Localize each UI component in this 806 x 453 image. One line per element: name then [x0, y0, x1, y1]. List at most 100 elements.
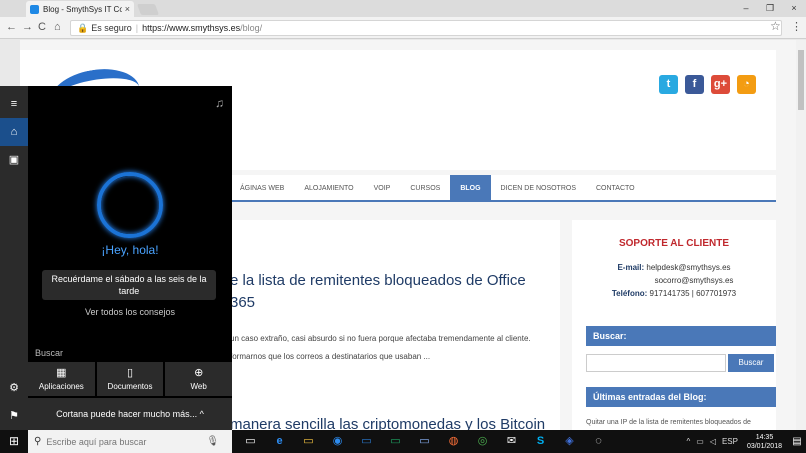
category-documents[interactable]: ▯ Documentos: [96, 362, 164, 396]
category-web-label: Web: [190, 382, 207, 391]
clock-date: 03/01/2018: [746, 442, 782, 450]
twitter-icon[interactable]: t: [659, 75, 678, 94]
show-hidden-icons[interactable]: ^: [686, 437, 690, 446]
maximize-button[interactable]: ❐: [758, 0, 782, 17]
latest-entries-heading: Últimas entradas del Blog:: [586, 387, 776, 407]
address-separator: |: [135, 23, 139, 33]
clock[interactable]: 14:35 03/01/2018: [747, 433, 782, 451]
settings-gear-icon[interactable]: ⚙: [0, 374, 28, 402]
app-icon[interactable]: ◈: [555, 430, 584, 453]
new-tab-button[interactable]: [136, 4, 160, 15]
notebook-icon[interactable]: ▣: [0, 146, 28, 174]
nav-item-alojamiento[interactable]: ALOJAMIENTO: [294, 175, 363, 200]
close-button[interactable]: ×: [782, 0, 806, 17]
post-title[interactable]: e la lista de remitentes bloqueados de O…: [230, 270, 526, 314]
volume-icon[interactable]: ◁: [710, 437, 716, 446]
cortana-tip[interactable]: Recuérdame el sábado a las seis de la ta…: [42, 270, 216, 300]
google-plus-icon[interactable]: g+: [711, 75, 730, 94]
home-icon[interactable]: ⌂: [54, 21, 61, 33]
rss-icon[interactable]: ◔: [737, 75, 756, 94]
file-explorer-icon[interactable]: ▭: [294, 430, 323, 453]
facebook-icon[interactable]: f: [685, 75, 704, 94]
search-icon: ⚲: [34, 436, 42, 447]
category-apps[interactable]: ▦ Aplicaciones: [28, 362, 95, 396]
address-bar[interactable]: 🔒 Es seguro | https://www.smythsys.es/blog/: [70, 20, 782, 36]
action-center-icon[interactable]: ▤: [788, 436, 806, 447]
window-controls: – ❐ ×: [734, 0, 806, 17]
home-icon[interactable]: ⌂: [0, 118, 28, 146]
support-email-1[interactable]: helpdesk@smythsys.es: [646, 263, 730, 272]
remote-desktop-icon[interactable]: ▭: [410, 430, 439, 453]
microphone-icon[interactable]: 🎙: [206, 436, 219, 447]
post-title-line1: e la lista de remitentes bloqueados de O…: [230, 272, 526, 289]
cortana-greeting: ¡Hey, hola!: [101, 243, 159, 257]
post-title-line2: 365: [230, 294, 256, 311]
network-icon[interactable]: ▭: [696, 437, 704, 446]
app-icon[interactable]: ◌: [584, 430, 613, 453]
taskbar: ⊞ ⚲ 🎙 ▭ e ▭ ◉ ▭ ▭ ▭ ◍ ◎ ✉ S ◈ ◌ ^ ▭ ◁ ES…: [0, 430, 806, 453]
apps-icon: ▦: [56, 367, 67, 379]
minimize-button[interactable]: –: [734, 0, 758, 17]
mail-icon[interactable]: ✉: [497, 430, 526, 453]
search-button[interactable]: Buscar: [728, 354, 774, 372]
clock-time: 14:35: [755, 433, 774, 441]
search-categories: ▦ Aplicaciones ▯ Documentos ⊕ Web: [28, 362, 233, 396]
search-heading: Buscar:: [586, 326, 776, 346]
start-button[interactable]: ⊞: [0, 430, 28, 453]
edge-icon[interactable]: e: [265, 430, 294, 453]
support-email-2[interactable]: socorro@smythsys.es: [572, 276, 776, 285]
tab-title: Blog - SmythSys IT Cons: [43, 4, 122, 14]
bookmark-star-icon[interactable]: ☆: [770, 19, 781, 33]
word-icon[interactable]: ▭: [352, 430, 381, 453]
chrome-icon[interactable]: ◎: [468, 430, 497, 453]
nav-item-voip[interactable]: VOIP: [364, 175, 401, 200]
nav-item-paginas-web[interactable]: ÁGINAS WEB: [230, 175, 294, 200]
url-host: https://www.smythsys.es: [142, 23, 241, 33]
reload-icon[interactable]: C: [38, 21, 46, 33]
address-toolbar: ← → C ⌂ 🔒 Es seguro | https://www.smythsys.…: [0, 17, 806, 39]
favicon-icon: [30, 4, 39, 14]
nav-item-blog[interactable]: BLOG: [450, 175, 491, 200]
browser-menu-icon[interactable]: ⋮: [791, 20, 802, 33]
language-indicator[interactable]: ESP: [722, 437, 738, 446]
hamburger-menu-icon[interactable]: ≡: [0, 90, 28, 118]
skype-icon[interactable]: S: [526, 430, 555, 453]
firefox-icon[interactable]: ◍: [439, 430, 468, 453]
taskbar-apps: ▭ e ▭ ◉ ▭ ▭ ▭ ◍ ◎ ✉ S ◈ ◌: [236, 430, 613, 453]
site-sidebar: SOPORTE AL CLIENTE E-mail: helpdesk@smyt…: [572, 220, 776, 430]
page-scrollbar[interactable]: [796, 40, 806, 430]
taskbar-search-input[interactable]: [46, 436, 207, 447]
cortana-rail: ≡ ⌂ ▣ ⚙ ⚑: [0, 86, 28, 430]
feedback-icon[interactable]: ⚑: [0, 402, 28, 430]
system-tray: ^ ▭ ◁ ESP 14:35 03/01/2018 ▤: [683, 430, 806, 453]
taskbar-search-box[interactable]: ⚲ 🎙: [28, 430, 232, 453]
document-icon: ▯: [126, 367, 134, 379]
tab-close-icon[interactable]: ×: [125, 4, 130, 14]
post-excerpt: un caso extraño, casi absurdo si no fuer…: [230, 330, 560, 366]
excel-icon[interactable]: ▭: [381, 430, 410, 453]
social-links: t f g+ ◔: [659, 75, 756, 94]
scrollbar-thumb[interactable]: [798, 50, 804, 110]
cortana-main: ♫ ¡Hey, hola! Recuérdame el sábado a las…: [28, 86, 233, 430]
nav-item-dicen-de-nosotros[interactable]: DICEN DE NOSOTROS: [491, 175, 586, 200]
nav-item-cursos[interactable]: CURSOS: [400, 175, 450, 200]
category-web[interactable]: ⊕ Web: [165, 362, 233, 396]
latest-entry-link[interactable]: Quitar una IP de la lista de remitentes …: [586, 419, 751, 426]
post-excerpt-line2: formarnos que los correos a destinatario…: [230, 352, 431, 361]
search-input[interactable]: [586, 354, 726, 372]
store-icon[interactable]: ◉: [323, 430, 352, 453]
search-section-label: Buscar: [35, 348, 64, 358]
url-path: /blog/: [240, 23, 263, 33]
back-icon[interactable]: ←: [6, 21, 17, 33]
cortana-more-button[interactable]: Cortana puede hacer mucho más... ^: [28, 398, 232, 430]
task-view-icon[interactable]: ▭: [236, 430, 265, 453]
see-all-tips-link[interactable]: Ver todos los consejos: [28, 307, 232, 317]
support-phone-line: Teléfono: 917141735 | 607701973: [572, 289, 776, 298]
nav-item-contacto[interactable]: CONTACTO: [586, 175, 645, 200]
cortana-ring-icon: [97, 172, 163, 238]
music-note-icon[interactable]: ♫: [215, 96, 224, 110]
secure-label: Es seguro: [91, 23, 132, 33]
browser-tab[interactable]: Blog - SmythSys IT Cons ×: [26, 1, 134, 17]
forward-icon[interactable]: →: [22, 21, 33, 33]
category-documents-label: Documentos: [107, 382, 153, 391]
